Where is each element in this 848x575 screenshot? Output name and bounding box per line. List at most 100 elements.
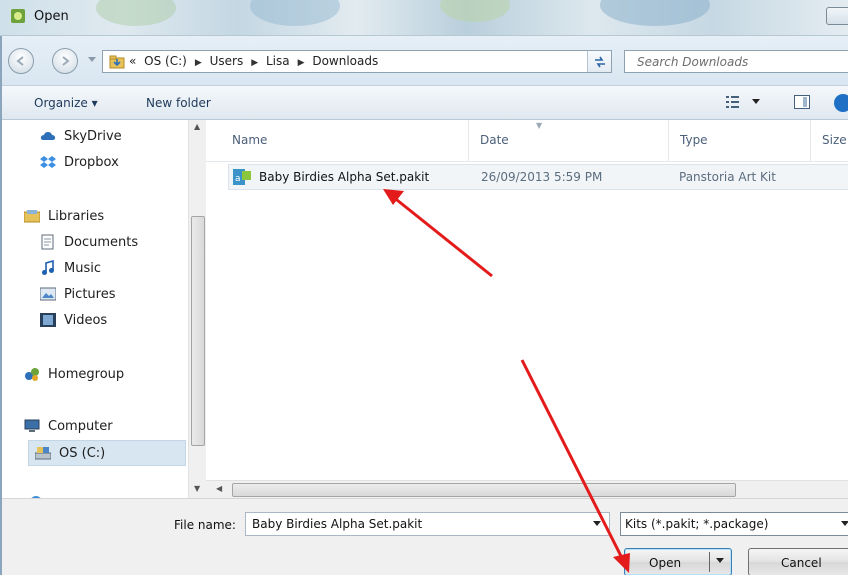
nav-item-documents[interactable]: Documents <box>40 234 138 250</box>
column-header-name[interactable]: Name <box>232 133 267 147</box>
documents-icon <box>40 234 56 250</box>
nav-item-os-drive[interactable]: OS (C:) <box>28 440 186 466</box>
column-divider[interactable] <box>810 120 811 162</box>
file-name-label: File name: <box>174 518 236 532</box>
chevron-down-icon[interactable] <box>593 521 601 527</box>
breadcrumb-overflow[interactable]: « <box>129 54 136 68</box>
breadcrumb-item[interactable]: Lisa <box>266 54 290 68</box>
nav-item-computer[interactable]: Computer <box>24 418 113 434</box>
search-box[interactable] <box>624 50 848 73</box>
file-list-scrollbar[interactable]: ◀ <box>206 480 848 498</box>
nav-scrollbar[interactable]: ▲ ▼ <box>188 120 206 508</box>
chevron-right-icon[interactable]: ▶ <box>251 58 258 68</box>
back-button[interactable] <box>8 48 34 74</box>
homegroup-icon <box>24 366 40 382</box>
window-border <box>0 36 2 575</box>
forward-button[interactable] <box>52 48 78 74</box>
nav-item-libraries[interactable]: Libraries <box>23 208 105 224</box>
drive-icon <box>34 445 52 461</box>
open-button[interactable]: Open <box>624 548 732 575</box>
column-divider[interactable] <box>468 120 469 162</box>
nav-item-pictures[interactable]: Pictures <box>39 286 116 302</box>
close-button[interactable] <box>826 7 848 25</box>
breadcrumb-item[interactable]: OS (C:) <box>144 54 187 68</box>
scroll-up-icon[interactable]: ▲ <box>194 122 200 131</box>
column-header-type[interactable]: Type <box>680 133 708 147</box>
libraries-icon <box>23 208 41 224</box>
chevron-right-icon[interactable]: ▶ <box>298 58 305 68</box>
art-kit-file-icon: a <box>233 169 251 185</box>
column-header-date[interactable]: Date <box>480 133 509 147</box>
file-type-filter-value: Kits (*.pakit; *.package) <box>625 517 769 531</box>
cloud-icon <box>40 128 56 144</box>
organize-menu[interactable]: Organize ▾ <box>34 96 98 110</box>
title-decoration <box>96 0 176 26</box>
breadcrumb-item[interactable]: Users <box>210 54 244 68</box>
scroll-down-icon[interactable]: ▼ <box>194 484 200 493</box>
arrow-right-icon <box>62 56 70 66</box>
address-row: « OS (C:) ▶ Users ▶ Lisa ▶ Downloads <box>0 36 848 86</box>
nav-item-skydrive[interactable]: SkyDrive <box>40 128 122 144</box>
scrollbar-thumb[interactable] <box>191 216 205 446</box>
file-name-combobox[interactable] <box>245 512 610 536</box>
refresh-button[interactable] <box>587 51 611 72</box>
address-bar[interactable]: « OS (C:) ▶ Users ▶ Lisa ▶ Downloads <box>102 50 675 73</box>
search-input[interactable] <box>625 51 848 72</box>
split-divider <box>709 552 710 572</box>
videos-icon <box>40 312 56 328</box>
window-title: Open <box>34 9 69 24</box>
scrollbar-thumb[interactable] <box>232 483 736 497</box>
arrow-left-icon <box>16 56 24 66</box>
dropbox-icon <box>40 154 56 170</box>
nav-item-dropbox[interactable]: Dropbox <box>40 154 119 170</box>
nav-item-label: Dropbox <box>64 154 119 170</box>
svg-text:a: a <box>235 174 241 184</box>
file-name-input[interactable] <box>246 513 576 535</box>
nav-item-videos[interactable]: Videos <box>40 312 107 328</box>
change-view-icon[interactable] <box>726 95 766 109</box>
history-dropdown-icon[interactable] <box>88 57 96 63</box>
open-button-label: Open <box>649 556 682 570</box>
breadcrumb-item[interactable]: Downloads <box>312 54 378 68</box>
nav-item-label: Homegroup <box>48 366 125 382</box>
title-decoration <box>600 0 710 26</box>
dialog-footer: File name: Kits (*.pakit; *.package) Ope… <box>0 498 848 575</box>
nav-item-label: Computer <box>48 418 113 434</box>
nav-item-music[interactable]: Music <box>40 259 101 276</box>
file-date: 26/09/2013 5:59 PM <box>481 170 603 184</box>
help-icon[interactable] <box>834 94 848 112</box>
pictures-icon <box>39 286 57 302</box>
column-header-size[interactable]: Size <box>822 133 847 147</box>
chevron-right-icon[interactable]: ▶ <box>195 58 202 68</box>
new-folder-button[interactable]: New folder <box>146 96 211 110</box>
app-icon <box>11 9 25 23</box>
cancel-button-label: Cancel <box>781 556 822 570</box>
nav-item-label: Music <box>64 260 101 276</box>
command-bar: Organize ▾ New folder <box>0 86 848 120</box>
nav-item-label: Pictures <box>64 286 116 302</box>
music-icon <box>40 259 56 276</box>
chevron-down-icon[interactable] <box>716 558 724 564</box>
file-row[interactable]: a Baby Birdies Alpha Set.pakit 26/09/201… <box>228 164 848 190</box>
scroll-left-icon[interactable]: ◀ <box>216 484 222 493</box>
column-headers: Name Date ▼ Type Size <box>206 120 848 162</box>
file-name: Baby Birdies Alpha Set.pakit <box>259 170 430 184</box>
title-decoration <box>440 0 510 22</box>
file-list: Name Date ▼ Type Size a Baby Birdies Alp… <box>206 120 848 480</box>
file-type: Panstoria Art Kit <box>679 170 776 184</box>
nav-item-label: Libraries <box>48 208 105 224</box>
breadcrumb: « OS (C:) ▶ Users ▶ Lisa ▶ Downloads <box>129 54 382 68</box>
cancel-button[interactable]: Cancel <box>748 548 848 575</box>
file-type-filter[interactable]: Kits (*.pakit; *.package) <box>620 512 848 536</box>
chevron-down-icon[interactable] <box>841 521 848 527</box>
nav-item-label: OS (C:) <box>59 445 106 461</box>
preview-pane-icon[interactable] <box>794 95 810 109</box>
column-divider[interactable] <box>668 120 669 162</box>
nav-item-label: SkyDrive <box>64 128 122 144</box>
folder-download-icon <box>109 55 125 69</box>
title-bar[interactable]: Open <box>0 0 848 36</box>
sort-indicator-icon: ▼ <box>536 121 543 130</box>
nav-item-homegroup[interactable]: Homegroup <box>24 366 124 382</box>
refresh-icon <box>595 56 605 68</box>
navigation-pane: SkyDrive Dropbox Libraries Documents Mus… <box>0 120 206 508</box>
